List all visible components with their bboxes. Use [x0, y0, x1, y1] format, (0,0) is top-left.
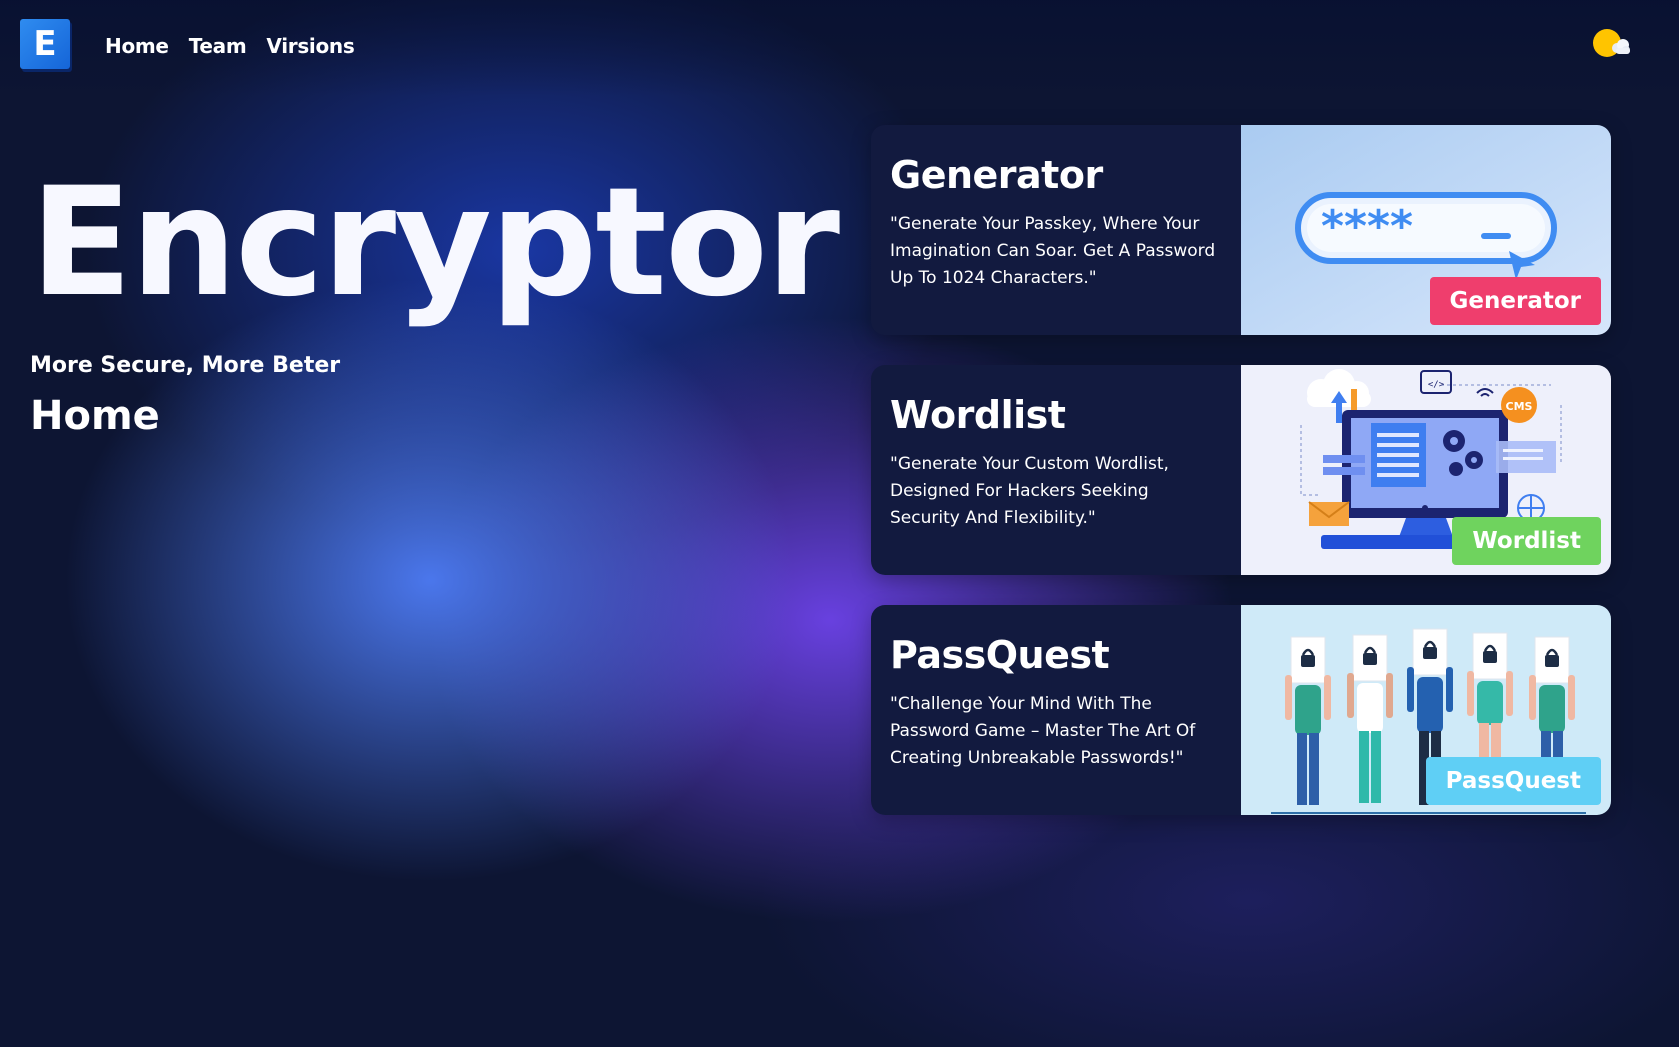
hero-title: Encryptor [30, 156, 840, 330]
page-title: Home [30, 393, 160, 439]
generator-button[interactable]: Generator [1429, 277, 1601, 325]
card-text: PassQuest "Challenge Your Mind With The … [871, 605, 1241, 815]
card-description: "Generate Your Custom Wordlist, Designed… [890, 454, 1169, 528]
wordlist-button[interactable]: Wordlist [1452, 517, 1601, 565]
card-image: **** Generator [1241, 125, 1611, 335]
card-text: Wordlist "Generate Your Custom Wordlist,… [871, 365, 1241, 575]
nav-links: Home Team Virsions [105, 34, 355, 58]
card-image: CMS </> Wordlist [1241, 365, 1611, 575]
card-wordlist: Wordlist "Generate Your Custom Wordlist,… [871, 365, 1611, 575]
sun-cloud-icon [1593, 29, 1630, 57]
navbar: E Home Team Virsions [0, 0, 1679, 96]
hero-subtitle: More Secure, More Beter [30, 353, 341, 378]
card-text: Generator "Generate Your Passkey, Where … [871, 125, 1241, 335]
card-generator: Generator "Generate Your Passkey, Where … [871, 125, 1611, 335]
nav-link-team[interactable]: Team [189, 34, 247, 58]
card-description: "Challenge Your Mind With The Password G… [890, 694, 1196, 768]
card-title: Generator [890, 153, 1103, 197]
passquest-button[interactable]: PassQuest [1425, 757, 1601, 805]
svg-text:****: **** [1321, 201, 1413, 252]
nav-link-home[interactable]: Home [105, 34, 169, 58]
code-tag: </> [1428, 380, 1445, 390]
card-description: "Generate Your Passkey, Where Your Imagi… [890, 214, 1216, 288]
cms-badge: CMS [1506, 400, 1533, 413]
card-title: Wordlist [890, 393, 1066, 437]
theme-toggle-button[interactable] [1592, 26, 1632, 60]
nav-link-versions[interactable]: Virsions [266, 34, 354, 58]
card-title: PassQuest [890, 633, 1110, 677]
logo[interactable]: E [20, 19, 70, 69]
card-image: PassQuest [1241, 605, 1611, 815]
card-passquest: PassQuest "Challenge Your Mind With The … [871, 605, 1611, 815]
